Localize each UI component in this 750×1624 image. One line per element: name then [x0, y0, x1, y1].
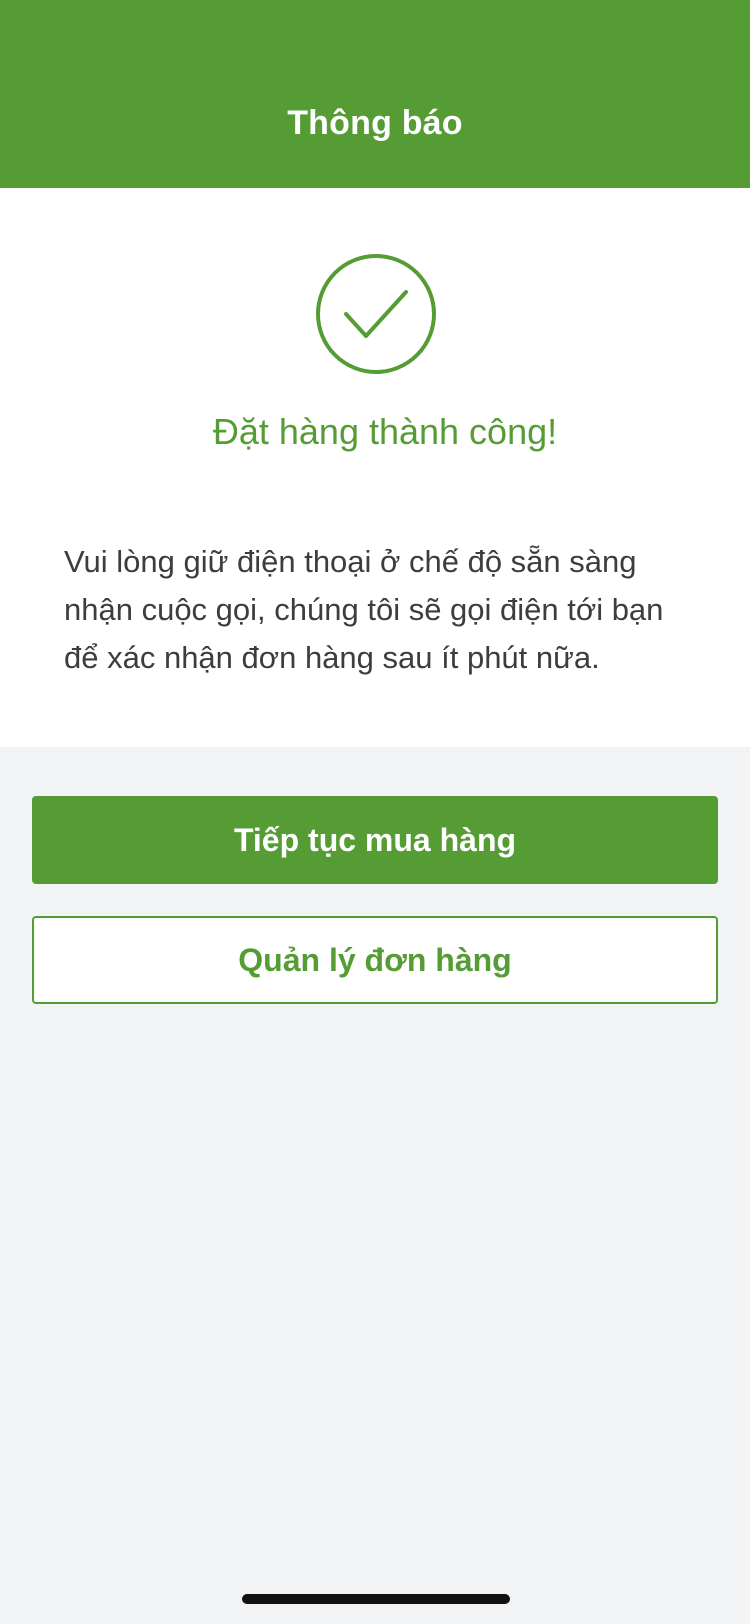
manage-orders-label: Quản lý đơn hàng: [238, 941, 512, 978]
checkmark-circle-icon: [316, 254, 436, 374]
success-message: Vui lòng giữ điện thoại ở chế độ sẵn sàn…: [64, 544, 664, 675]
continue-shopping-label: Tiếp tục mua hàng: [233, 821, 517, 858]
home-indicator[interactable]: [242, 1594, 510, 1604]
page-title: Thông báo: [287, 104, 463, 142]
manage-orders-button[interactable]: Quản lý đơn hàng: [32, 916, 718, 1004]
continue-shopping-button[interactable]: Tiếp tục mua hàng: [32, 796, 718, 884]
top-header: Thông báo: [0, 0, 750, 188]
success-title: Đặt hàng thành công!: [212, 411, 558, 452]
